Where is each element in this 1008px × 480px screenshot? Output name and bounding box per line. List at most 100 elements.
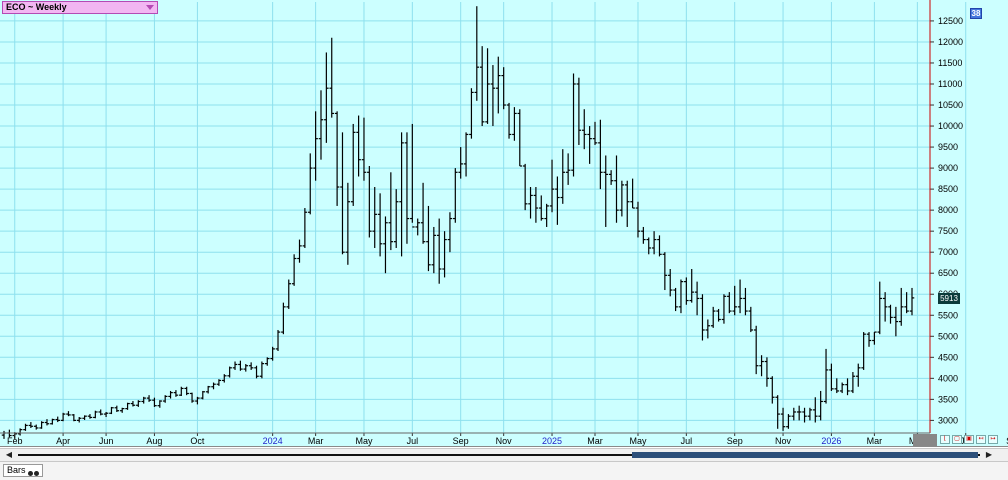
ohlc-bar	[189, 392, 195, 403]
ohlc-bar	[324, 52, 329, 143]
ohlc-bar	[753, 325, 759, 375]
ohlc-bar	[136, 400, 141, 407]
ohlc-bar	[732, 285, 737, 316]
ohlc-bar	[544, 203, 549, 227]
dropdown-arrow-icon[interactable]	[146, 5, 154, 10]
ohlc-bar	[587, 126, 592, 164]
y-tick-label: 5500	[938, 310, 958, 320]
ohlc-bar	[377, 193, 383, 257]
scroll-start-icon[interactable]: ⌊	[940, 435, 950, 444]
ohlc-bar	[216, 379, 222, 386]
ohlc-bar	[420, 182, 426, 244]
ohlc-bar	[367, 165, 372, 238]
ohlc-bar	[404, 132, 410, 244]
ohlc-bar	[673, 287, 678, 312]
bars-tab[interactable]: Bars	[3, 464, 43, 477]
ohlc-bar	[474, 6, 480, 101]
ohlc-bar	[882, 292, 888, 322]
symbol-title-tab[interactable]: ECO ~ Weekly	[2, 1, 158, 14]
ohlc-bar	[436, 218, 442, 284]
ohlc-bar	[184, 386, 189, 396]
ohlc-bar	[904, 292, 909, 314]
ohlc-bar	[130, 401, 136, 407]
y-tick-label: 11500	[938, 58, 962, 68]
scroll-thumb[interactable]	[632, 452, 978, 458]
scroll-end-icon[interactable]: ↦	[988, 435, 998, 444]
horizontal-scrollbar[interactable]: ◀ ▶	[0, 448, 1008, 462]
ohlc-bar	[114, 405, 120, 412]
ohlc-bar	[796, 405, 802, 421]
ohlc-bar	[87, 414, 93, 419]
panel-toggle-button[interactable]: 38	[970, 8, 982, 19]
ohlc-bar	[125, 402, 130, 410]
ohlc-bar	[442, 231, 447, 278]
ohlc-bar	[856, 363, 861, 387]
y-tick-label: 5000	[938, 331, 958, 341]
ohlc-bar	[501, 67, 506, 110]
symbol-title: ECO ~ Weekly	[6, 2, 67, 12]
zoom-in-icon[interactable]: ▣	[964, 435, 974, 444]
scroll-back-icon[interactable]: ↤	[976, 435, 986, 444]
ohlc-bar	[813, 397, 818, 423]
ohlc-bar	[141, 396, 146, 404]
ohlc-bar	[517, 109, 523, 167]
ohlc-bar	[608, 170, 614, 185]
ohlc-bar	[270, 346, 275, 361]
ohlc-bar	[872, 331, 877, 345]
scroll-left-arrow-icon[interactable]: ◀	[4, 450, 14, 460]
x-tick-label: May	[355, 436, 373, 446]
ohlc-bar	[839, 382, 845, 394]
x-tick-label: Oct	[190, 436, 205, 446]
ohlc-bar	[786, 414, 791, 429]
x-tick-label: Mar	[308, 436, 324, 446]
ohlc-bar	[657, 235, 662, 257]
zoom-out-icon[interactable]: ▢	[952, 435, 962, 444]
current-month-highlight	[913, 434, 937, 446]
ohlc-bar	[807, 407, 813, 421]
ohlc-bar	[743, 287, 748, 316]
ohlc-bar	[549, 159, 555, 213]
ohlc-bar	[678, 279, 684, 314]
price-axis: 3000350040004500500055006000650070007500…	[929, 0, 963, 433]
ohlc-bar	[630, 178, 635, 209]
glasses-icon	[28, 468, 40, 476]
scroll-right-arrow-icon[interactable]: ▶	[984, 450, 994, 460]
ohlc-bar	[727, 292, 732, 314]
ohlc-bar	[624, 180, 630, 227]
ohlc-bar	[275, 329, 281, 352]
ohlc-bar	[55, 416, 60, 423]
ohlc-bar	[205, 385, 211, 394]
ohlc-bar	[168, 390, 173, 399]
ohlc-bar	[539, 195, 544, 221]
x-tick-label: Mar	[867, 436, 883, 446]
ohlc-bar	[533, 187, 539, 223]
ohlc-bar	[329, 37, 334, 118]
ohlc-bar	[635, 201, 641, 238]
ohlc-bar	[410, 123, 415, 228]
ohlc-bar	[248, 362, 254, 370]
ohlc-bar	[157, 400, 163, 408]
ohlc-bar	[866, 332, 872, 347]
x-tick-label: 2026	[821, 436, 841, 446]
ohlc-bar	[684, 277, 689, 305]
ohlc-bar	[146, 395, 152, 402]
ohlc-bar	[560, 149, 566, 204]
ohlc-bar	[393, 189, 399, 248]
y-tick-label: 11000	[938, 79, 962, 89]
y-tick-label: 12000	[938, 37, 963, 47]
ohlc-bar	[689, 269, 694, 303]
ohlc-bar	[302, 208, 308, 248]
ohlc-bar	[23, 423, 28, 431]
status-bar: Bars	[0, 462, 1008, 480]
x-tick-label: Jul	[681, 436, 693, 446]
ohlc-bar	[576, 77, 582, 145]
ohlc-bar	[297, 239, 302, 263]
ohlc-bar	[834, 378, 840, 394]
plot-area[interactable]: 3000350040004500500055006000650070007500…	[0, 0, 1008, 447]
ohlc-bar	[265, 357, 270, 366]
x-tick-label: 2025	[542, 436, 562, 446]
y-tick-label: 3000	[938, 415, 958, 425]
ohlc-bar	[485, 48, 490, 124]
ohlc-bar	[98, 409, 103, 416]
x-tick-label: Sep	[727, 436, 743, 446]
